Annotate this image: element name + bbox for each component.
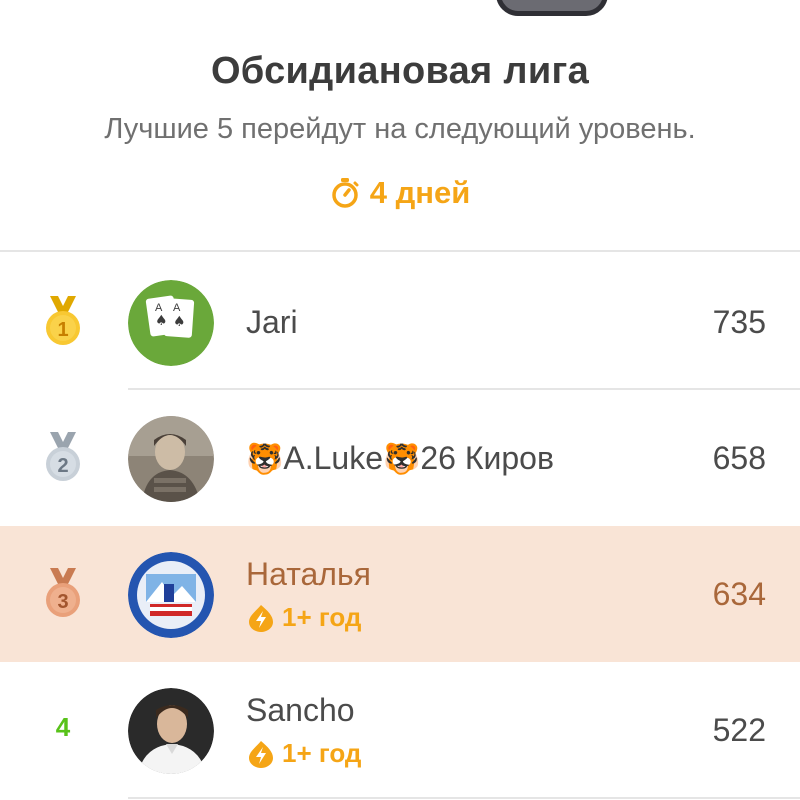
silver-medal-icon: 2: [46, 432, 80, 481]
leaderboard-row-2[interactable]: 2 🐯A.Luke🐯26 Киров 658: [0, 390, 800, 526]
avatar[interactable]: [128, 688, 214, 774]
bronze-medal-icon: 3: [46, 568, 80, 617]
stopwatch-icon: [331, 178, 359, 208]
leaderboard-row-4[interactable]: 4 Sancho 1+ год 522: [0, 662, 800, 798]
player-name-text: A.Luke: [283, 440, 383, 476]
rank-number: 3: [57, 591, 68, 613]
streak-flame-icon: [249, 604, 273, 632]
league-subtitle: Лучшие 5 перейдут на следующий уровень.: [104, 113, 696, 145]
player-xp: 658: [712, 440, 766, 476]
streak-badge: 1+ год: [246, 602, 361, 633]
avatar[interactable]: [128, 552, 214, 638]
player-xp: 735: [712, 304, 766, 340]
streak-badge: 1+ год: [246, 738, 361, 769]
avatar[interactable]: A A ♠ ♠: [128, 280, 214, 366]
league-timer: 4 дней: [0, 175, 800, 211]
row-divider: [128, 797, 800, 799]
leaderboard-row-1[interactable]: 1 A A ♠ ♠ Jari 735: [0, 254, 800, 390]
player-name: 🐯A.Luke🐯26 Киров: [246, 440, 554, 477]
gold-medal-icon: 1: [46, 296, 80, 345]
league-header: Обсидиановая лига Лучшие 5 перейдут на с…: [0, 0, 800, 250]
rank-number: 4: [55, 712, 71, 742]
tiger-icon: 🐯: [382, 443, 421, 476]
rank-number: 1: [57, 319, 68, 341]
player-name: Jari: [246, 304, 298, 340]
svg-text:♠: ♠: [155, 313, 168, 329]
svg-text:♠: ♠: [173, 314, 186, 330]
player-name: Наталья: [246, 556, 371, 592]
svg-text:A: A: [173, 302, 181, 314]
timer-text: 4 дней: [369, 175, 471, 210]
player-name-suffix: 26 Киров: [420, 440, 554, 476]
player-xp: 634: [712, 576, 766, 612]
league-title: Обсидиановая лига: [210, 50, 590, 92]
rank-number: 2: [57, 455, 68, 477]
player-xp: 522: [712, 712, 766, 748]
avatar[interactable]: [128, 416, 214, 502]
leaderboard-row-3[interactable]: 3 Наталья 1+ год 634: [0, 526, 800, 662]
streak-text: 1+ год: [282, 738, 362, 768]
player-name: Sancho: [246, 692, 355, 728]
tiger-icon: 🐯: [246, 443, 284, 476]
streak-text: 1+ год: [282, 602, 362, 632]
streak-flame-icon: [249, 740, 273, 768]
header-divider: [0, 250, 800, 252]
